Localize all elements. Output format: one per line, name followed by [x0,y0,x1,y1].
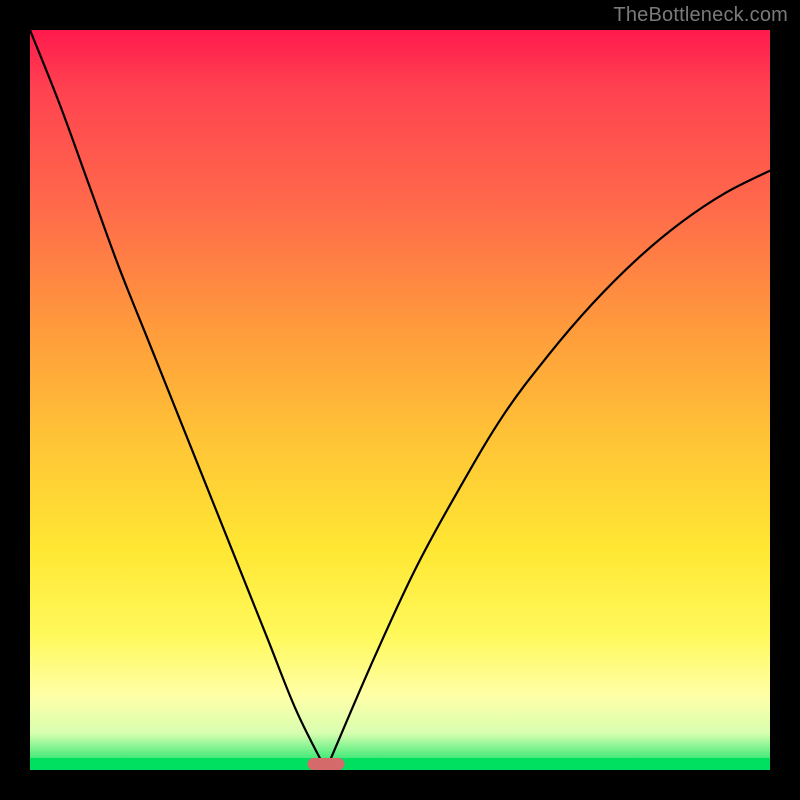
notch-marker [308,758,345,770]
chart-frame: TheBottleneck.com [0,0,800,800]
curve-left-branch [30,30,326,770]
plot-area [30,30,770,770]
watermark-text: TheBottleneck.com [613,4,788,27]
baseline-strip [30,758,770,770]
curve-right-branch [326,171,770,770]
curve-layer [30,30,770,770]
